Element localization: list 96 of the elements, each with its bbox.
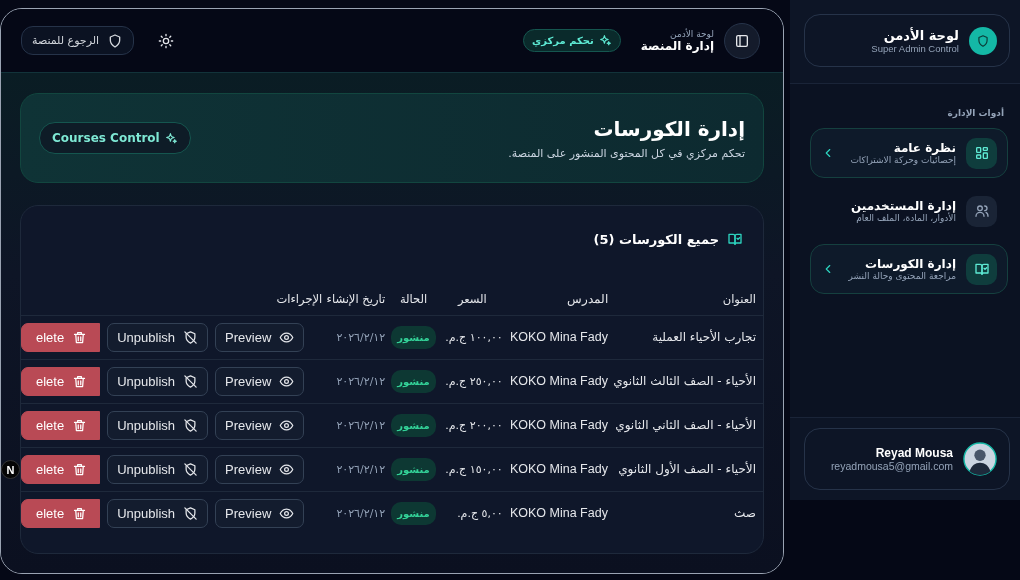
preview-button[interactable]: Preview [215, 410, 305, 440]
table-cell: ٢٠٠,٠٠ ج.م. [441, 403, 503, 447]
table-cell: ٢٠٢٦/٢/١٢ [322, 491, 386, 535]
slashed-shield-icon [183, 373, 199, 389]
status-badge: منشور [391, 413, 436, 437]
sparkle-icon [164, 131, 178, 145]
nav-subtitle: مراجعة المحتوى وحالة النشر [847, 271, 956, 281]
preview-button[interactable]: Preview [215, 366, 305, 396]
unpublish-button[interactable]: Unpublish [107, 454, 209, 484]
user-card[interactable]: Reyad Mousa reyadmousa5@gmail.com [804, 428, 1010, 490]
brand-subtitle: Super Admin Control [871, 42, 959, 54]
table-cell: KOKO Mina Fady [502, 491, 608, 535]
header-title: إدارة المنصة [640, 38, 714, 53]
brand-title: لوحة الأدمن [882, 27, 959, 43]
nav-title: إدارة الكورسات [864, 257, 956, 271]
theme-toggle-button[interactable] [158, 32, 175, 49]
hero-badge: Courses Control [39, 122, 191, 154]
table-cell: تجارب الأحياء العملية [607, 315, 763, 359]
back-button[interactable]: الرجوع للمنصة [21, 26, 135, 55]
status-badge: منشور [391, 501, 436, 525]
eye-icon [279, 417, 295, 433]
delete-button[interactable]: elete [21, 498, 101, 528]
table-cell: ٢٥٠,٠٠ ج.م. [441, 359, 503, 403]
eye-icon [279, 329, 295, 345]
table-cell: ٢٠٢٦/٢/١٢ [322, 315, 386, 359]
section-label: أدوات الإدارة [946, 108, 1005, 118]
user-name: Reyad Mousa [874, 446, 953, 460]
slashed-shield-icon [183, 505, 199, 521]
nav-title: نظرة عامة [892, 141, 956, 155]
table-cell: ٢٠٢٦/٢/١٢ [322, 403, 386, 447]
trash-icon [72, 417, 88, 433]
table-cell: الأحياء - الصف الثالث الثانوي [607, 359, 763, 403]
book-icon [727, 231, 743, 247]
nav-item[interactable]: إدارة المستخدمين الأدوار، المادة، الملف العام [810, 190, 1008, 232]
nav-item[interactable]: إدارة الكورسات مراجعة المحتوى وحالة النشر [810, 244, 1008, 294]
book-icon [973, 261, 990, 277]
delete-button[interactable]: elete [21, 454, 101, 484]
sun-icon [158, 32, 175, 49]
table-cell: ٢٠٢٦/٢/١٢ [322, 447, 386, 491]
status-badge: منشور [391, 369, 436, 393]
column-header: الحالة [385, 284, 442, 315]
nav-subtitle: الأدوار، المادة، الملف العام [856, 213, 956, 223]
delete-button[interactable]: elete [21, 322, 101, 352]
trash-icon [72, 373, 88, 389]
table-cell: الأحياء - الصف الأول الثانوي [607, 447, 763, 491]
status-badge: منشور [391, 457, 436, 481]
preview-button[interactable]: Preview [215, 322, 305, 352]
preview-button[interactable]: Preview [215, 498, 305, 528]
sidebar-toggle-icon [734, 32, 750, 49]
avatar [963, 442, 997, 476]
unpublish-button[interactable]: Unpublish [107, 322, 209, 352]
table-cell: ١٥٠,٠٠ ج.م. [441, 447, 503, 491]
column-header: العنوان [607, 284, 763, 315]
column-header: المدرس [502, 284, 608, 315]
unpublish-button[interactable]: Unpublish [107, 498, 209, 528]
table-cell: ١٠٠,٠٠ ج.م. [441, 315, 503, 359]
table-cell: ٥,٠٠ ج.م. [441, 491, 503, 535]
unpublish-button[interactable]: Unpublish [107, 410, 209, 440]
sparkle-icon [598, 34, 612, 47]
preview-button[interactable]: Preview [215, 454, 305, 484]
nav-title: إدارة المستخدمين [849, 199, 956, 213]
column-header: الإجراءات [21, 284, 323, 315]
grid-icon [973, 145, 990, 161]
header-badge: تحكم مركزي [523, 29, 621, 52]
trash-icon [72, 329, 88, 345]
trash-icon [72, 505, 88, 521]
table-cell: KOKO Mina Fady [502, 359, 608, 403]
user-email: reyadmousa5@gmail.com [830, 460, 953, 472]
eye-icon [279, 373, 295, 389]
header-overline: لوحة الأدمن [669, 28, 714, 39]
table-title: جميع الكورسات (5) [593, 231, 719, 247]
nav-subtitle: إحصائيات وحركة الاشتراكات [849, 155, 956, 165]
slashed-shield-icon [183, 461, 199, 477]
eye-icon [279, 505, 295, 521]
table-cell: KOKO Mina Fady [502, 447, 608, 491]
unpublish-button[interactable]: Unpublish [107, 366, 209, 396]
shield-icon [976, 33, 990, 48]
column-header: السعر [441, 284, 503, 315]
hero-title: إدارة الكورسات [592, 116, 745, 141]
slashed-shield-icon [183, 329, 199, 345]
column-header: تاريخ الإنشاء [322, 284, 386, 315]
table-cell: KOKO Mina Fady [502, 315, 608, 359]
delete-button[interactable]: elete [21, 410, 101, 440]
users-icon [973, 203, 990, 219]
eye-icon [279, 461, 295, 477]
slashed-shield-icon [183, 417, 199, 433]
hero-description: تحكم مركزي في كل المحتوى المنشور على المنصة. [507, 146, 745, 160]
table-cell: KOKO Mina Fady [502, 403, 608, 447]
nav-item[interactable]: نظرة عامة إحصائيات وحركة الاشتراكات [810, 128, 1008, 178]
table-cell: صث [607, 491, 763, 535]
table-cell: ٢٠٢٦/٢/١٢ [322, 359, 386, 403]
trash-icon [72, 461, 88, 477]
table-cell: الأحياء - الصف الثاني الثانوي [607, 403, 763, 447]
sidebar-toggle-button[interactable] [724, 22, 760, 59]
delete-button[interactable]: elete [21, 366, 101, 396]
status-badge: منشور [391, 325, 436, 349]
